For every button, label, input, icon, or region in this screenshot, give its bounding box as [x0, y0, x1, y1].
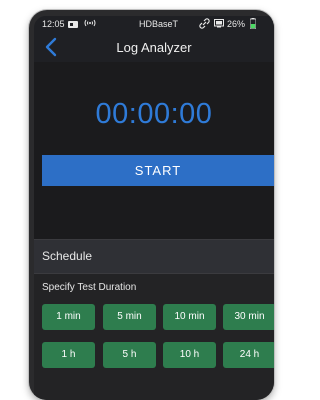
duration-5h-button[interactable]: 5 h [103, 342, 156, 368]
card-icon [68, 20, 78, 30]
schedule-header[interactable]: Schedule [34, 239, 274, 274]
start-button[interactable]: START [42, 155, 274, 186]
page-title: Log Analyzer [116, 40, 192, 55]
duration-label: Specify Test Duration [42, 282, 137, 293]
duration-1min-button[interactable]: 1 min [42, 304, 95, 330]
status-network-name: HDBaseT [139, 19, 179, 29]
app-bar: Log Analyzer [34, 32, 274, 62]
wireless-icon [84, 18, 96, 30]
screen-icon [214, 19, 224, 30]
link-icon [199, 18, 210, 31]
duration-24h-button[interactable]: 24 h [223, 342, 274, 368]
status-time: 12:05 [42, 19, 65, 29]
duration-10h-button[interactable]: 10 h [163, 342, 216, 368]
app-screen: 12:05 HDBaseT 26% Log Analyzer 00:00:00 … [34, 16, 274, 400]
duration-1h-button[interactable]: 1 h [42, 342, 95, 368]
status-bar: 12:05 HDBaseT 26% [34, 16, 274, 32]
timer-panel: 00:00:00 START [34, 62, 274, 239]
timer-display: 00:00:00 [95, 98, 213, 130]
device-frame: 12:05 HDBaseT 26% Log Analyzer 00:00:00 … [29, 10, 274, 400]
status-battery-text: 26% [227, 19, 246, 29]
duration-30min-button[interactable]: 30 min [223, 304, 274, 330]
schedule-header-label: Schedule [42, 249, 93, 263]
battery-icon [249, 18, 257, 31]
duration-10min-button[interactable]: 10 min [163, 304, 216, 330]
duration-5min-button[interactable]: 5 min [103, 304, 156, 330]
